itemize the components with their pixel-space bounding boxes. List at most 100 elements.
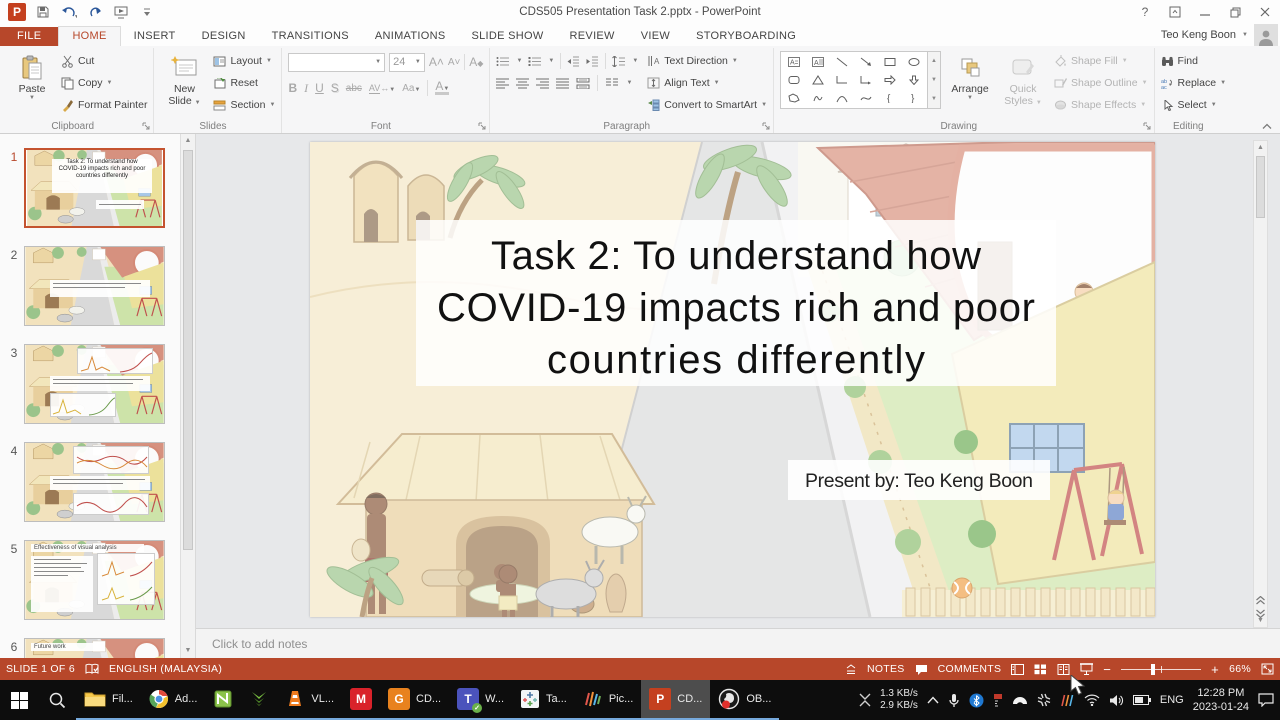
justify-icon[interactable] (556, 78, 570, 89)
increase-indent-icon[interactable] (586, 56, 599, 67)
collapse-ribbon-icon[interactable] (1262, 123, 1272, 130)
taskbar-file-explorer[interactable]: Fil... (76, 680, 141, 720)
line-spacing-icon[interactable] (612, 55, 626, 67)
align-left-icon[interactable] (496, 78, 510, 89)
help-button[interactable]: ? (1130, 0, 1160, 24)
scribble-shape-icon[interactable] (812, 93, 824, 103)
notes-pane[interactable]: Click to add notes (196, 628, 1280, 658)
freeform-shape-icon[interactable] (788, 93, 800, 103)
arc-shape-icon[interactable] (836, 93, 848, 103)
elbow-arrow-shape-icon[interactable] (860, 75, 872, 85)
start-button[interactable] (0, 680, 38, 720)
shapes-gallery-scroll[interactable]: ▲ ▼ ▼ (928, 51, 942, 109)
zoom-level[interactable]: 66% (1229, 663, 1251, 675)
taskbar-pdf-app[interactable]: G CD... (380, 680, 450, 720)
snip-tray-icon[interactable] (993, 693, 1003, 707)
action-center-icon[interactable] (1258, 693, 1274, 707)
clipboard-dialog-launcher-icon[interactable] (142, 122, 151, 131)
select-button[interactable]: Select ▼ (1161, 95, 1226, 115)
account-area[interactable]: Teo Keng Boon ▼ (1161, 24, 1280, 46)
slide-thumbnail-3[interactable] (24, 344, 165, 424)
text-box-shape-icon[interactable]: A (788, 57, 801, 67)
comments-toggle-icon[interactable] (915, 664, 928, 675)
slideshow-view-icon[interactable] (1080, 663, 1094, 675)
line-shape-icon[interactable] (836, 57, 848, 67)
shape-effects-button[interactable]: Shape Effects ▼ (1054, 95, 1148, 115)
language-indicator[interactable]: ENGLISH (MALAYSIA) (109, 663, 222, 675)
down-arrow-shape-icon[interactable] (908, 75, 920, 85)
convert-smartart-button[interactable]: Convert to SmartArt ▼ (647, 95, 767, 115)
taskbar-mendeley[interactable]: M (342, 680, 381, 720)
tab-view[interactable]: VIEW (628, 27, 683, 46)
zoom-slider[interactable] (1121, 663, 1202, 675)
taskbar-chrome[interactable]: Ad... (140, 680, 206, 720)
slide-sorter-view-icon[interactable] (1034, 664, 1047, 675)
normal-view-icon[interactable] (1011, 663, 1025, 675)
underline-button[interactable]: U (315, 81, 324, 95)
vertical-text-box-shape-icon[interactable]: A (812, 57, 825, 67)
tab-home[interactable]: HOME (58, 26, 121, 46)
decrease-font-icon[interactable]: A˅ (448, 57, 461, 68)
taskbar-teams[interactable]: T ✓ W... (449, 680, 513, 720)
scrollbar-thumb[interactable] (183, 150, 193, 550)
taskbar-tableau[interactable]: Ta... (512, 680, 575, 720)
elbow-shape-icon[interactable] (836, 75, 848, 85)
align-text-button[interactable]: Align Text ▼ (647, 73, 767, 93)
right-arrow-shape-icon[interactable] (884, 75, 896, 85)
scroll-up-icon[interactable]: ▲ (181, 137, 195, 144)
tab-design[interactable]: DESIGN (189, 27, 259, 46)
font-dialog-launcher-icon[interactable] (478, 122, 487, 131)
quick-styles-button[interactable]: Quick Styles ▼ (999, 51, 1047, 118)
slide-thumbnail-1[interactable]: Task 2: To understand how COVID-19 impac… (24, 148, 165, 228)
new-slide-button[interactable]: New Slide ▼ (160, 51, 208, 118)
zoom-slider-thumb[interactable] (1151, 663, 1156, 675)
tab-review[interactable]: REVIEW (557, 27, 628, 46)
zoom-out-button[interactable]: − (1103, 662, 1111, 677)
slide-workspace[interactable]: Task 2: To understand how COVID-19 impac… (196, 134, 1280, 628)
align-right-icon[interactable] (536, 78, 550, 89)
scrollbar-thumb[interactable] (1256, 156, 1265, 218)
numbering-icon[interactable] (528, 56, 542, 67)
strikethrough-button[interactable]: abc (346, 83, 362, 94)
distribute-icon[interactable] (576, 77, 590, 89)
hidden-icons-chevron-icon[interactable] (927, 696, 939, 704)
taskbar-pic-app[interactable]: Pic... (574, 680, 642, 720)
rounded-rectangle-shape-icon[interactable] (788, 75, 800, 85)
main-scrollbar[interactable]: ▲ ▼ (1253, 140, 1268, 628)
arrow-shape-icon[interactable] (860, 57, 872, 67)
scroll-down-icon[interactable]: ▼ (181, 647, 195, 654)
shape-outline-button[interactable]: Shape Outline ▼ (1054, 73, 1148, 93)
find-button[interactable]: Find (1161, 51, 1226, 71)
redo-icon[interactable] (86, 3, 104, 21)
notes-toggle[interactable]: NOTES (867, 663, 905, 675)
restore-button[interactable] (1220, 0, 1250, 24)
increase-font-icon[interactable]: A˄ (429, 55, 444, 69)
taskbar-notepad-plus-plus[interactable] (205, 680, 242, 720)
paste-button[interactable]: Paste ▼ (8, 51, 56, 118)
next-slide-button[interactable] (1255, 609, 1266, 618)
tab-storyboarding[interactable]: STORYBOARDING (683, 27, 809, 46)
customize-qat-icon[interactable] (138, 3, 156, 21)
scroll-down-icon[interactable]: ▼ (1254, 617, 1267, 624)
ribbon-display-options-button[interactable] (1160, 0, 1190, 24)
wifi-icon[interactable] (1084, 694, 1100, 706)
bluetooth-icon[interactable] (969, 693, 984, 708)
close-button[interactable] (1250, 0, 1280, 24)
tab-animations[interactable]: ANIMATIONS (362, 27, 459, 46)
format-painter-button[interactable]: Format Painter (61, 95, 147, 115)
bullets-icon[interactable] (496, 56, 510, 67)
start-from-beginning-icon[interactable] (112, 3, 130, 21)
character-spacing-button[interactable]: AV↔▼ (368, 83, 395, 94)
minimize-button[interactable] (1190, 0, 1220, 24)
powerpoint-app-icon[interactable]: P (8, 3, 26, 21)
slide-title-textbox[interactable]: Task 2: To understand how COVID-19 impac… (310, 142, 1155, 617)
spellcheck-icon[interactable] (85, 663, 99, 675)
font-size-combo[interactable]: 24 ▼ (389, 52, 425, 72)
slide-thumbnail-2[interactable] (24, 246, 165, 326)
tray-x-icon[interactable] (859, 693, 871, 707)
layout-button[interactable]: Layout ▼ (213, 51, 275, 71)
triangle-shape-icon[interactable] (812, 75, 824, 85)
network-speed-indicator[interactable]: 1.3 KB/s 2.9 KB/s (880, 688, 918, 713)
tab-transitions[interactable]: TRANSITIONS (259, 27, 362, 46)
slide-thumbnail-4[interactable] (24, 442, 165, 522)
